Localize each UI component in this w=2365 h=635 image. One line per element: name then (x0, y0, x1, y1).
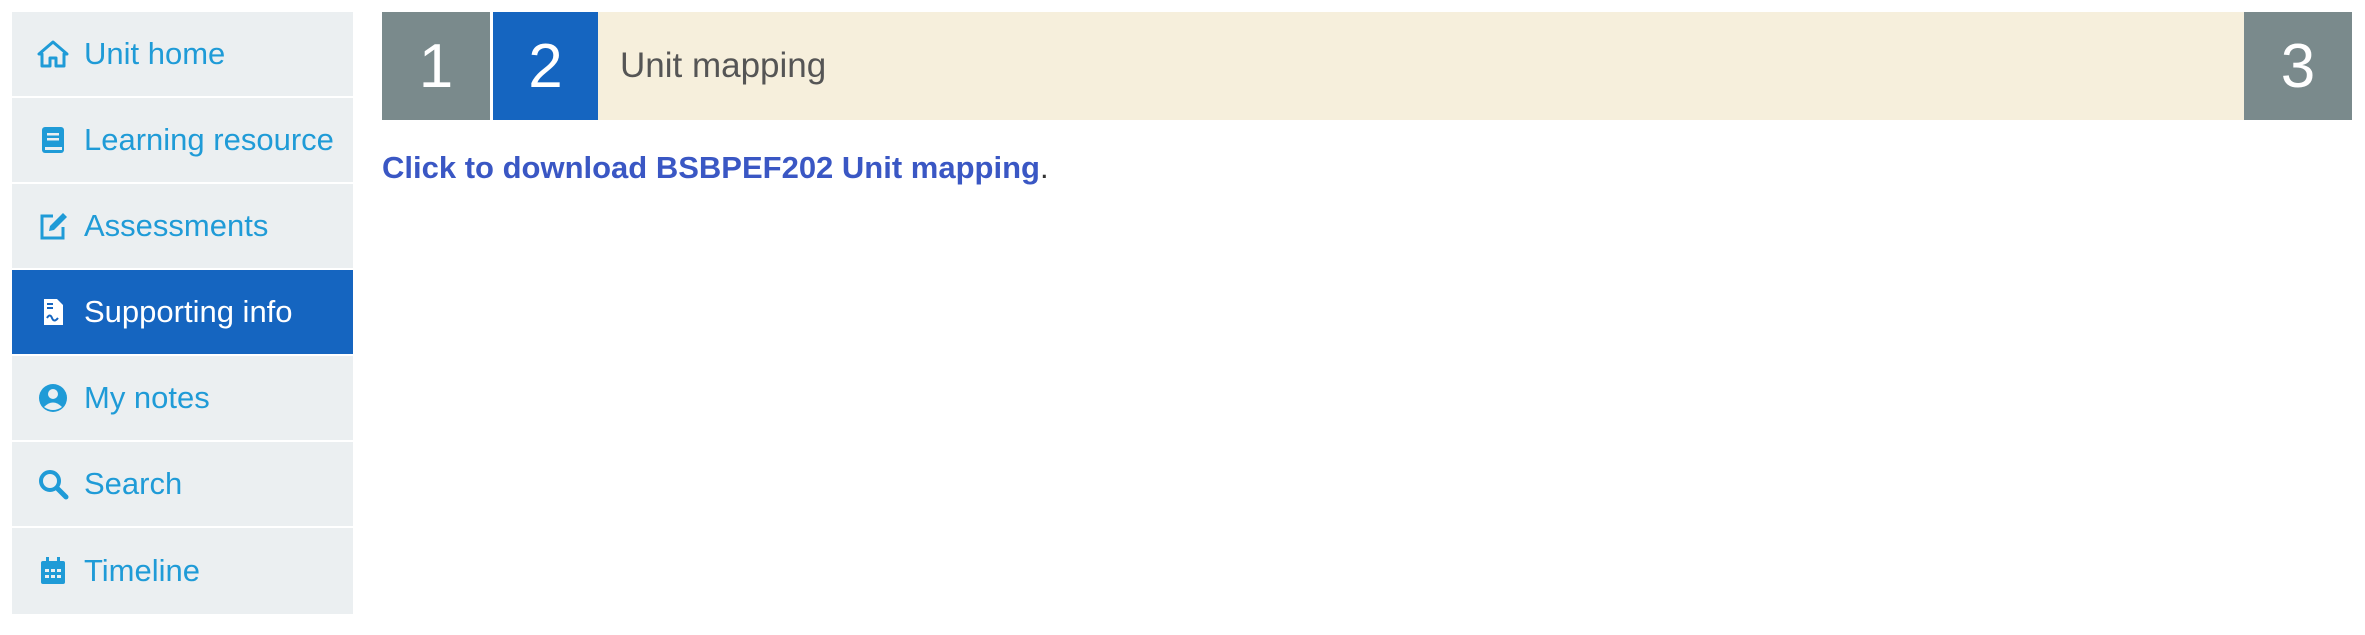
sidebar-item-label: Unit home (84, 36, 226, 71)
sidebar-item-search[interactable]: Search (12, 442, 353, 528)
step-1-button[interactable]: 1 (382, 12, 490, 120)
sidebar-nav: Unit home Learning resource Assessments … (12, 12, 353, 624)
sentence-period: . (1039, 150, 1049, 185)
download-unit-mapping-link[interactable]: Click to download BSBPEF202 Unit mapping (382, 150, 1040, 185)
step-2-current[interactable]: 2 (490, 12, 598, 120)
main-content: Click to download BSBPEF202 Unit mapping… (382, 150, 1049, 186)
step-3-button[interactable]: 3 (2244, 12, 2352, 120)
step-title: Unit mapping (620, 46, 827, 85)
sidebar-item-label: Supporting info (84, 294, 293, 329)
sidebar-item-label: Timeline (84, 553, 200, 588)
edit-icon (36, 209, 70, 243)
sidebar-item-learning-resource[interactable]: Learning resource (12, 98, 353, 184)
sidebar-item-assessments[interactable]: Assessments (12, 184, 353, 270)
file-signature-icon (36, 295, 70, 329)
home-icon (36, 37, 70, 71)
sidebar-item-label: Assessments (84, 208, 269, 243)
user-circle-icon (36, 381, 70, 415)
sidebar-item-label: Learning resource (84, 122, 334, 157)
calendar-icon (36, 554, 70, 588)
book-icon (36, 123, 70, 157)
sidebar-item-timeline[interactable]: Timeline (12, 528, 353, 614)
sidebar-item-supporting-info[interactable]: Supporting info (12, 270, 353, 356)
page: Unit home Learning resource Assessments … (0, 0, 2365, 635)
step-header: 1 2 Unit mapping 3 (382, 12, 2352, 120)
sidebar-item-label: My notes (84, 380, 210, 415)
sidebar-item-label: Search (84, 466, 183, 501)
sidebar-item-unit-home[interactable]: Unit home (12, 12, 353, 98)
sidebar-item-my-notes[interactable]: My notes (12, 356, 353, 442)
search-icon (36, 467, 70, 501)
